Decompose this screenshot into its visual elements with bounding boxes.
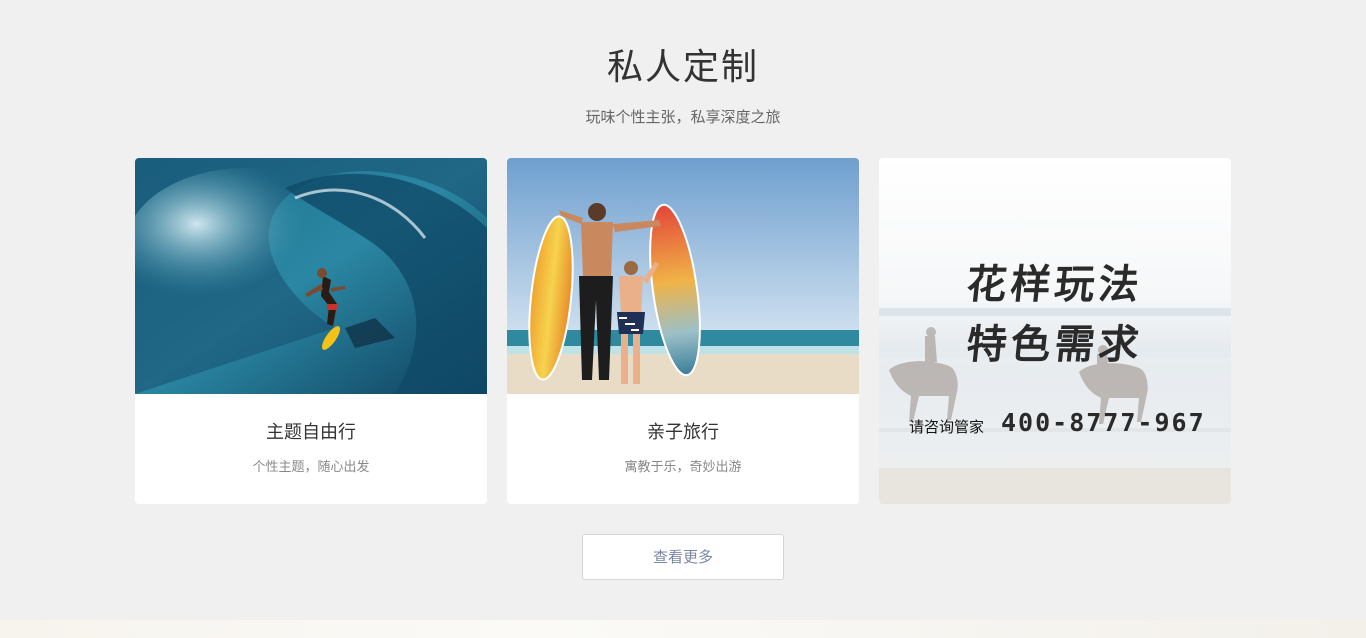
card-theme-free-travel[interactable]: 主题自由行 个性主题，随心出发 [135,158,487,504]
section-title: 私人定制 [606,47,759,88]
card-title[interactable]: 亲子旅行 [507,420,859,446]
promo-banner-custom-needs[interactable]: 花样玩法 特色需求 请咨询管家 400-8777-967 [879,158,1231,504]
view-more-button[interactable]: 查看更多 [582,534,784,580]
card-family-travel[interactable]: 亲子旅行 寓教于乐，奇妙出游 [507,158,859,504]
card-description: 寓教于乐，奇妙出游 [624,460,742,475]
card-title[interactable]: 主题自由行 [135,420,487,446]
promo-headline-line1: 花样玩法 [964,262,1145,308]
promo-phone-number[interactable]: 400-8777-967 [1001,408,1206,437]
private-custom-section: 私人定制 玩味个性主张，私享深度之旅 主题自由行 个性主题，随心出发 亲子旅行 … [0,0,1366,620]
promo-headline-line2: 特色需求 [964,322,1145,368]
promo-contact-label: 请咨询管家 [909,418,985,436]
next-section-edge [0,620,1366,638]
card-image-family-beach[interactable] [507,158,859,394]
card-image-surfer[interactable] [135,158,487,394]
section-subtitle: 玩味个性主张，私享深度之旅 [585,108,781,126]
card-description: 个性主题，随心出发 [252,460,370,475]
